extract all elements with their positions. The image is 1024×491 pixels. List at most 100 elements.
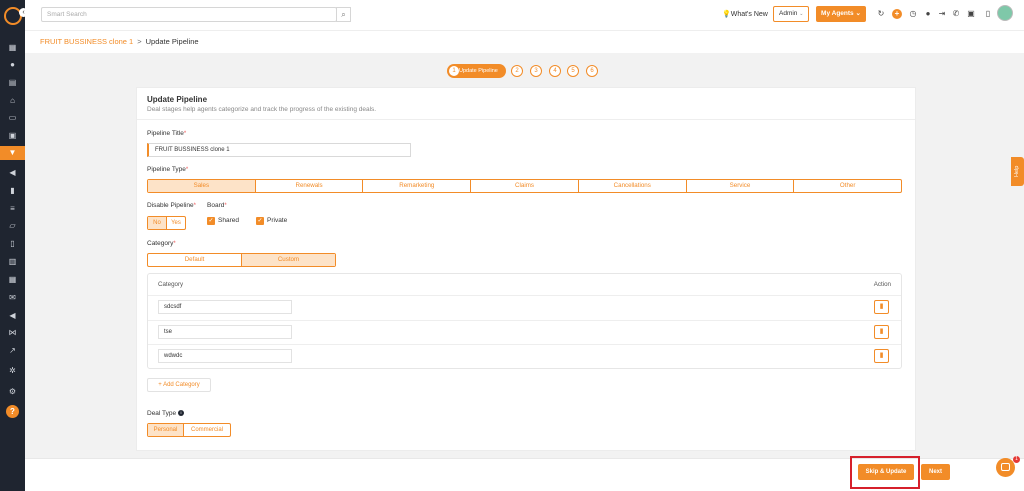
contacts-icon[interactable]: ● [7, 59, 18, 70]
whats-new-link[interactable]: 💡What's New [722, 9, 768, 20]
next-button[interactable]: Next [921, 464, 950, 480]
deal-type-personal[interactable]: Personal [148, 424, 184, 436]
folder-icon[interactable]: ▱ [7, 220, 18, 231]
mail-icon[interactable]: ✉ [7, 292, 18, 303]
shared-label: Shared [218, 217, 239, 224]
whats-new-label: What's New [730, 11, 768, 18]
chat-badge: 1 [1013, 456, 1020, 463]
required-asterisk: * [224, 203, 227, 209]
pipeline-type-claims[interactable]: Claims [471, 180, 579, 192]
phone-icon[interactable]: ✆ [951, 9, 961, 19]
category-custom-option[interactable]: Custom [242, 254, 335, 266]
pipeline-type-other[interactable]: Other [794, 180, 901, 192]
card-title: Update Pipeline [147, 95, 208, 104]
board-label-text: Board [207, 202, 225, 209]
analytics-icon[interactable]: ↗ [7, 345, 18, 356]
deal-type-label-text: Deal Type [147, 410, 177, 417]
search-input[interactable]: Smart Search [41, 7, 337, 22]
pipeline-title-input[interactable]: FRUIT BUSSINESS clone 1 [147, 143, 411, 157]
pipeline-type-label: Pipeline Type* [147, 166, 188, 173]
step-5[interactable]: 5 [567, 65, 579, 77]
logout-icon[interactable]: ⇥ [937, 9, 947, 19]
info-icon[interactable]: i [177, 410, 184, 417]
step-2[interactable]: 2 [511, 65, 523, 77]
pipeline-type-sales[interactable]: Sales [148, 180, 256, 192]
step-6[interactable]: 6 [586, 65, 598, 77]
chevron-down-icon: ⌄ [799, 11, 804, 17]
delete-icon[interactable]: ▮ [874, 300, 889, 314]
disable-pipeline-label: Disable Pipeline* [147, 202, 196, 209]
calendar-icon[interactable]: ▦ [7, 274, 18, 285]
category-input[interactable]: wdwdc [158, 349, 292, 363]
step-1-active[interactable]: 1 Update Pipeline [447, 64, 506, 78]
breadcrumb-parent-link[interactable]: FRUIT BUSSINESS clone 1 [40, 37, 133, 46]
documents-icon[interactable]: ▤ [7, 77, 18, 88]
integrations-icon[interactable]: ✲ [7, 365, 18, 376]
chip-icon[interactable]: ▣ [966, 9, 976, 19]
my-agents-button[interactable]: My Agents ⌄ [816, 6, 866, 22]
private-checkbox[interactable]: ✓ [256, 217, 264, 225]
admin-select[interactable]: Admin ⌄ [773, 6, 809, 22]
category-label: Category* [147, 240, 176, 247]
step-3[interactable]: 3 [530, 65, 542, 77]
step-active-label: Update Pipeline [459, 68, 498, 74]
mobile-icon[interactable]: ▯ [983, 9, 993, 19]
breadcrumb-current: Update Pipeline [145, 37, 199, 46]
deal-type-commercial[interactable]: Commercial [184, 424, 230, 436]
pipeline-type-renewals[interactable]: Renewals [256, 180, 364, 192]
add-category-button[interactable]: + Add Category [147, 378, 211, 392]
messages-icon[interactable]: ▭ [7, 112, 18, 123]
category-table-header: Category Action [148, 274, 901, 296]
pipeline-type-remarketing[interactable]: Remarketing [363, 180, 472, 192]
private-label: Private [267, 217, 288, 224]
notes-icon[interactable]: ▥ [7, 256, 18, 267]
campaign-icon[interactable]: ◀ [7, 167, 18, 178]
settings-gear-icon[interactable]: ⚙ [7, 386, 18, 397]
clock-icon[interactable]: ◷ [908, 9, 918, 19]
reports-icon[interactable]: ▮ [7, 185, 18, 196]
category-input[interactable]: tse [158, 324, 292, 339]
pipeline-type-cancellations[interactable]: Cancellations [579, 180, 687, 192]
admin-label: Admin [779, 10, 798, 17]
update-pipeline-card: Update Pipeline Deal stages help agents … [136, 87, 916, 451]
lightbulb-icon: 💡 [722, 11, 731, 18]
pipeline-type-label-text: Pipeline Type [147, 166, 186, 173]
refresh-icon[interactable]: ↻ [876, 9, 886, 19]
database-icon[interactable]: ≡ [7, 203, 18, 214]
category-label-text: Category [147, 240, 174, 247]
add-plus-icon[interactable]: + [892, 9, 902, 19]
required-asterisk: * [183, 131, 187, 137]
pipeline-type-service[interactable]: Service [687, 180, 795, 192]
contact-card-icon[interactable]: ▣ [7, 130, 18, 141]
step-4[interactable]: 4 [549, 65, 561, 77]
breadcrumb: FRUIT BUSSINESS clone 1 > Update Pipeline [25, 30, 1024, 53]
disable-yes-option[interactable]: Yes [167, 217, 185, 229]
bank-icon[interactable]: ⌂ [7, 95, 18, 106]
category-input[interactable]: sdcsdf [158, 300, 292, 314]
handshake-icon[interactable]: ⋈ [7, 327, 18, 338]
table-row: tse ▮ [148, 321, 901, 345]
action-column-header: Action [873, 281, 891, 288]
delete-icon[interactable]: ▮ [874, 324, 889, 339]
delete-icon[interactable]: ▮ [874, 349, 889, 363]
help-tab[interactable]: Help [1011, 157, 1024, 186]
pipeline-filter-icon[interactable]: ▼ [0, 146, 25, 160]
notification-bell-icon[interactable]: ● [923, 9, 933, 19]
board-label: Board* [207, 202, 227, 209]
dashboard-icon[interactable]: ▦ [7, 42, 18, 53]
search-icon[interactable]: ⌕ [336, 7, 351, 22]
disable-no-option[interactable]: No [148, 217, 167, 229]
category-table: Category Action sdcsdf ▮ tse ▮ wdwdc ▮ [147, 273, 902, 369]
highlight-box [850, 456, 920, 489]
user-avatar[interactable] [997, 5, 1013, 21]
chat-launcher-button[interactable] [996, 458, 1015, 477]
card-divider [137, 119, 915, 120]
file-icon[interactable]: ▯ [7, 238, 18, 249]
table-row: sdcsdf ▮ [148, 296, 901, 321]
sidebar: ‹ ▦ ● ▤ ⌂ ▭ ▣ ▼ ◀ ▮ ≡ ▱ ▯ ▥ ▦ ✉ ◀ ⋈ ↗ ✲ … [0, 0, 28, 491]
shared-checkbox[interactable]: ✓ [207, 217, 215, 225]
announcement-icon[interactable]: ◀ [7, 310, 18, 321]
category-default-option[interactable]: Default [148, 254, 242, 266]
deal-type-selector: Personal Commercial [147, 423, 231, 437]
help-icon[interactable]: ? [6, 405, 19, 418]
